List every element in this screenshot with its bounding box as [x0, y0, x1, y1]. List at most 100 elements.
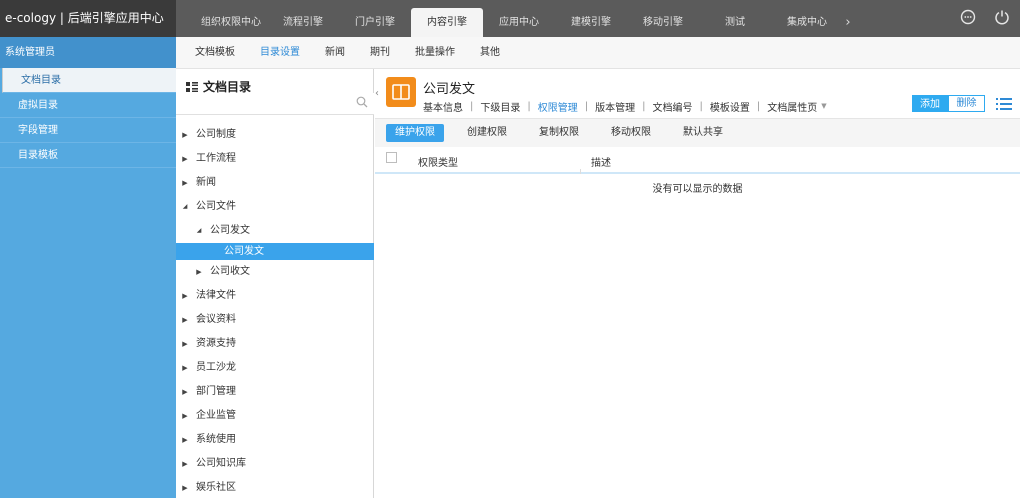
select-all-checkbox[interactable]	[386, 152, 397, 163]
add-button[interactable]: 添加	[912, 95, 948, 112]
category-tab-5[interactable]: 模板设置	[710, 99, 750, 114]
search-icon[interactable]	[356, 96, 368, 108]
caret-right-icon[interactable]: ▶	[180, 332, 190, 356]
permission-button-3[interactable]: 移动权限	[602, 124, 660, 142]
caret-right-icon[interactable]: ▶	[194, 260, 204, 284]
tree-node[interactable]: ▶ 公司收文	[176, 260, 374, 284]
subnav-item-3[interactable]: 期刊	[370, 37, 390, 69]
tree-node-label: 员工沙龙	[196, 362, 236, 373]
tree-node[interactable]: ▶ 工作流程	[176, 147, 374, 171]
app-title: e-cology | 后端引擎应用中心	[0, 0, 176, 37]
column-permission-type[interactable]: 权限类型	[418, 154, 458, 169]
tree-node[interactable]: ▶ 娱乐社区	[176, 476, 374, 498]
tree-node[interactable]: ▶ 公司知识库	[176, 452, 374, 476]
tab-separator: |	[527, 100, 531, 112]
top-tab-0[interactable]: 组织权限中心	[195, 8, 267, 37]
caret-right-icon[interactable]: ▶	[180, 284, 190, 308]
subnav-item-1[interactable]: 目录设置	[260, 37, 300, 69]
tab-separator: |	[470, 100, 474, 112]
top-tab-2[interactable]: 门户引擎	[339, 8, 411, 37]
tree-node-label: 资源支持	[196, 338, 236, 349]
top-tab-1[interactable]: 流程引擎	[267, 8, 339, 37]
tree-node-label: 工作流程	[196, 153, 236, 164]
book-icon	[386, 77, 416, 107]
tree-node[interactable]: ▶ 员工沙龙	[176, 356, 374, 380]
column-divider	[580, 169, 581, 174]
category-tab-0[interactable]: 基本信息	[423, 99, 463, 114]
top-bar: e-cology | 后端引擎应用中心 组织权限中心 流程引擎 门户引擎 内容引擎 应用…	[0, 0, 1020, 37]
tab-separator: |	[584, 100, 589, 112]
directory-tree-panel: 文档目录 ▶ 公司制度 ▶ 工作流程 ▶ 新闻 ◢ 公司文件 ◢ 公司发文 公司发文 ▶ 公司收文 ▶ 法律…	[176, 69, 374, 498]
caret-right-icon[interactable]: ▶	[180, 147, 190, 171]
top-tab-5[interactable]: 建模引擎	[555, 8, 627, 37]
tree-node[interactable]: ▶ 新闻	[176, 171, 374, 195]
leftnav-item-1[interactable]: 虚拟目录	[0, 93, 176, 118]
tree-node-label: 公司发文	[224, 246, 264, 257]
column-description[interactable]: 描述	[591, 154, 611, 169]
tree-search-input[interactable]	[176, 93, 346, 113]
leftnav-item-0[interactable]: 文档目录	[2, 68, 176, 93]
category-tab-2[interactable]: 权限管理	[538, 99, 578, 114]
tree-node[interactable]: ▶ 会议资料	[176, 308, 374, 332]
sub-nav: 文档模板 目录设置 新闻 期刊 批量操作 其他	[176, 37, 1020, 69]
top-tab-8[interactable]: 集成中心	[771, 8, 843, 37]
category-tab-6[interactable]: 文档属性页	[767, 99, 817, 114]
tab-separator: |	[756, 100, 761, 112]
permission-button-1[interactable]: 创建权限	[458, 124, 516, 142]
caret-right-icon[interactable]: ▶	[180, 171, 190, 195]
grid-header: 权限类型 描述	[375, 147, 1020, 174]
top-tab-7[interactable]: 测试	[699, 8, 771, 37]
subnav-item-5[interactable]: 其他	[480, 37, 500, 69]
category-tab-1[interactable]: 下级目录	[480, 99, 520, 114]
chevron-right-icon[interactable]: ›	[841, 8, 855, 37]
caret-right-icon[interactable]: ▶	[180, 356, 190, 380]
category-tab-3[interactable]: 版本管理	[595, 99, 635, 114]
subnav-item-0[interactable]: 文档模板	[195, 37, 235, 69]
collapse-left-icon[interactable]: ‹	[375, 88, 379, 99]
tree-node-label: 部门管理	[196, 386, 236, 397]
top-tab-6[interactable]: 移动引擎	[627, 8, 699, 37]
tree-node-label: 娱乐社区	[196, 482, 236, 493]
leftnav-item-2[interactable]: 字段管理	[0, 118, 176, 143]
main-panel: ‹ 公司发文 基本信息 | 下级目录 | 权限管理 | 版本管理 | 文档编号 | 模板设置 | 文档属…	[375, 69, 1020, 498]
caret-down-icon[interactable]: ▼	[821, 102, 826, 110]
caret-right-icon[interactable]: ▶	[180, 123, 190, 147]
subnav-item-4[interactable]: 批量操作	[415, 37, 455, 69]
caret-down-icon[interactable]: ◢	[194, 219, 204, 243]
tree-node-label: 公司制度	[196, 129, 236, 140]
delete-button[interactable]: 删除	[948, 95, 985, 112]
permission-button-2[interactable]: 复制权限	[530, 124, 588, 142]
tree-node[interactable]: ▶ 系统使用	[176, 428, 374, 452]
power-icon[interactable]	[994, 9, 1010, 25]
tree-node[interactable]: ◢ 公司发文	[176, 219, 374, 243]
caret-right-icon[interactable]: ▶	[180, 404, 190, 428]
menu-icon[interactable]	[996, 97, 1012, 111]
category-tab-4[interactable]: 文档编号	[653, 99, 693, 114]
leftnav-item-3[interactable]: 目录模板	[0, 143, 176, 168]
tree-node[interactable]: ◢ 公司文件	[176, 195, 374, 219]
caret-right-icon[interactable]: ▶	[180, 428, 190, 452]
category-tabs: 基本信息 | 下级目录 | 权限管理 | 版本管理 | 文档编号 | 模板设置 | 文档属性页 ▼	[423, 99, 827, 114]
tree-node-label: 新闻	[196, 177, 216, 188]
caret-right-icon[interactable]: ▶	[180, 452, 190, 476]
top-tab-3[interactable]: 内容引擎	[411, 8, 483, 37]
subnav-item-2[interactable]: 新闻	[325, 37, 345, 69]
tree-list: ▶ 公司制度 ▶ 工作流程 ▶ 新闻 ◢ 公司文件 ◢ 公司发文 公司发文 ▶ 公司收文 ▶ 法律文件 ▶ 会议…	[176, 123, 374, 498]
minus-circle-icon[interactable]	[960, 9, 976, 25]
tree-node[interactable]: ▶ 资源支持	[176, 332, 374, 356]
top-tab-4[interactable]: 应用中心	[483, 8, 555, 37]
caret-right-icon[interactable]: ▶	[180, 476, 190, 498]
caret-down-icon[interactable]: ◢	[180, 195, 190, 219]
tree-node[interactable]: ▶ 法律文件	[176, 284, 374, 308]
tree-node[interactable]: ▶ 公司制度	[176, 123, 374, 147]
tree-node-label: 系统使用	[196, 434, 236, 445]
tree-node[interactable]: 公司发文	[176, 243, 374, 260]
permission-button-0[interactable]: 维护权限	[386, 124, 444, 142]
tree-node-label: 法律文件	[196, 290, 236, 301]
caret-right-icon[interactable]: ▶	[180, 380, 190, 404]
tree-node[interactable]: ▶ 部门管理	[176, 380, 374, 404]
category-title: 公司发文	[423, 82, 476, 97]
caret-right-icon[interactable]: ▶	[180, 308, 190, 332]
permission-button-4[interactable]: 默认共享	[674, 124, 732, 142]
tree-node[interactable]: ▶ 企业监管	[176, 404, 374, 428]
